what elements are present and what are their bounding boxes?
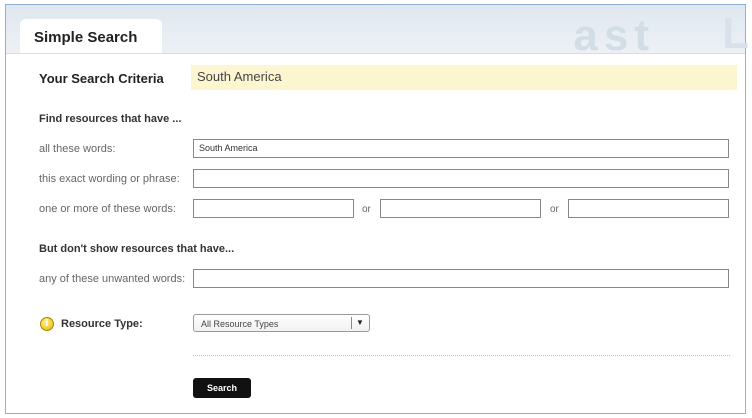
any-words-input-1[interactable] [193,199,354,218]
resource-type-select[interactable]: All Resource Types ▼ [193,314,370,332]
resource-type-selected: All Resource Types [201,319,279,329]
search-button[interactable]: Search [193,378,251,398]
chevron-down-icon: ▼ [356,318,364,327]
simple-search-panel: ast L Simple Search Your Search Criteria… [5,4,749,414]
find-section-title: Find resources that have ... [39,113,182,125]
select-separator [351,317,352,329]
header-watermark-graphic-2: L [722,9,749,58]
exclude-section-title: But don't show resources that have... [39,243,235,255]
all-words-input[interactable]: South America [193,139,729,158]
criteria-label: Your Search Criteria [39,71,164,86]
unwanted-words-label: any of these unwanted words: [39,273,186,285]
unwanted-words-input[interactable] [193,269,729,288]
resource-type-label: Resource Type: [61,318,143,330]
info-icon[interactable]: i [40,317,54,331]
header-watermark-graphic: ast [573,11,655,60]
any-words-input-3[interactable] [568,199,729,218]
exact-phrase-label: this exact wording or phrase: [39,173,180,185]
exact-phrase-input[interactable] [193,169,729,188]
any-words-label: one or more of these words: [39,203,176,215]
tab-simple-search[interactable]: Simple Search [20,19,162,53]
divider [193,355,730,356]
all-words-label: all these words: [39,143,116,155]
or-separator-2: or [550,204,559,215]
or-separator-1: or [362,204,371,215]
criteria-value: South America [191,65,737,90]
any-words-input-2[interactable] [380,199,541,218]
